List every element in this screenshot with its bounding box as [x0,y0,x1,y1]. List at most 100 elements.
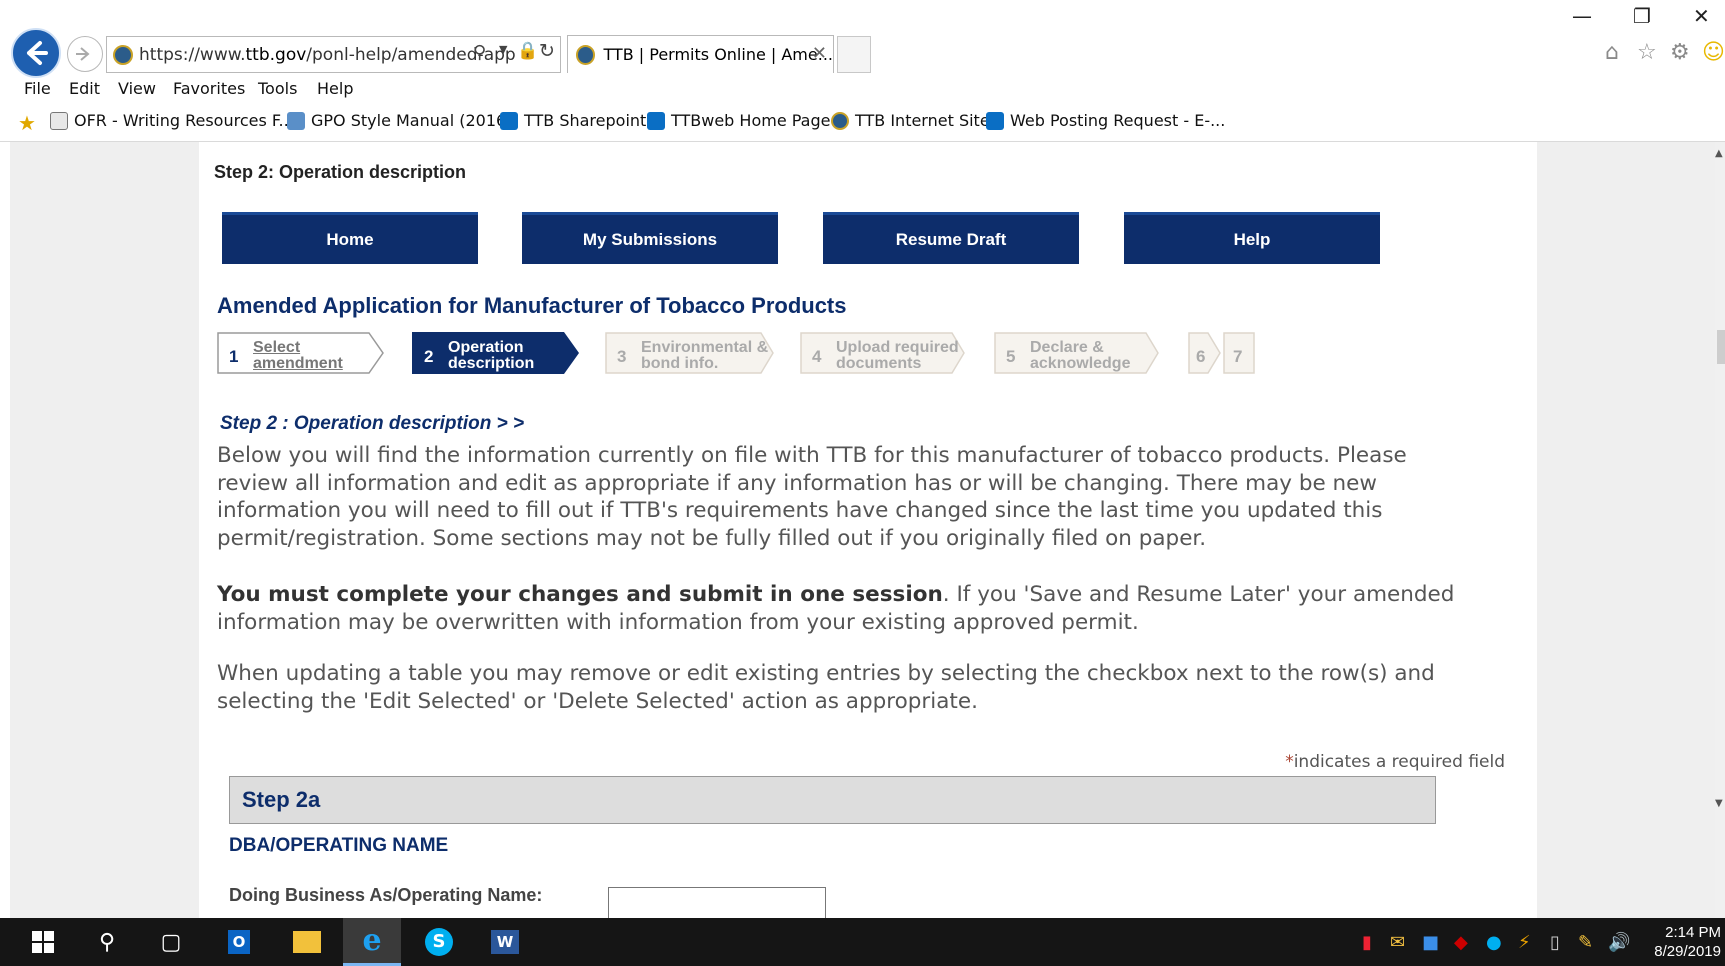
tray-volume-icon[interactable]: 🔊 [1608,932,1630,953]
search-icon[interactable]: ⚲ [78,918,136,966]
my-submissions-nav-button[interactable]: My Submissions [522,212,778,264]
favorites-star-icon[interactable]: ☆ [1637,40,1657,65]
browser-tab[interactable]: TTB | Permits Online | Ame... ✕ [567,35,834,73]
forward-button[interactable] [67,36,103,72]
clock-time: 2:14 PM [1665,924,1721,941]
lock-icon[interactable]: 🔒 [517,41,538,61]
favorite-gpo[interactable]: GPO Style Manual (2016) [287,111,512,130]
close-window-icon[interactable]: ✕ [1693,4,1710,28]
settings-gear-icon[interactable]: ⚙ [1670,40,1690,65]
add-favorite-star-icon[interactable]: ★ [18,111,36,135]
windows-logo-icon [32,931,54,953]
left-gutter [0,142,10,918]
back-arrow-icon [27,41,48,65]
help-nav-button[interactable]: Help [1124,212,1380,264]
intro-paragraph: Below you will find the information curr… [217,443,1407,551]
dba-name-input[interactable] [608,887,826,918]
tab-title: TTB | Permits Online | Ame... [603,45,833,64]
clock-date: 8/29/2019 [1654,943,1721,960]
favorite-ttb-internet[interactable]: TTB Internet Site [831,111,990,130]
back-button[interactable] [11,28,61,78]
sharepoint-icon [986,111,1004,130]
resume-draft-nav-button[interactable]: Resume Draft [823,212,1079,264]
close-tab-icon[interactable]: ✕ [812,43,827,64]
menu-tools[interactable]: Tools [258,79,297,98]
new-tab-button[interactable] [837,36,871,73]
wizard-step-2-active[interactable]: 2 Operation description [412,332,580,374]
wizard-step-6: 6 [1188,332,1222,374]
outlook-icon[interactable]: O [210,918,268,966]
favorite-web-posting[interactable]: Web Posting Request - E-... [986,111,1225,130]
task-view-icon[interactable]: ▢ [142,918,200,966]
file-explorer-icon[interactable] [278,918,336,966]
wizard-step-number: 5 [1006,347,1016,366]
scroll-down-icon[interactable]: ▼ [1715,798,1723,809]
menu-file[interactable]: File [24,79,51,98]
menu-view[interactable]: View [118,79,156,98]
step-2a-header: Step 2a [229,776,1436,824]
word-icon[interactable]: W [476,918,534,966]
wizard-step-3: 3 Environmental & bond info. [605,332,775,374]
wizard-step-label: Declare & acknowledge [1030,339,1131,372]
taskbar-clock[interactable]: 2:14 PM 8/29/2019 [1654,923,1721,961]
intro-heading: Step 2 : Operation description > > [220,413,525,434]
sharepoint-icon [500,111,518,130]
table-edit-paragraph: When updating a table you may remove or … [217,661,1435,714]
wizard-step-label: Select amendment [253,339,343,372]
tray-outlook-icon[interactable]: ■ [1422,932,1439,953]
application-title: Amended Application for Manufacturer of … [217,293,847,318]
dba-section-header: DBA/OPERATING NAME [229,835,449,856]
tray-skype-icon[interactable]: ● [1486,932,1502,953]
ttb-shield-icon [831,111,849,130]
wizard-step-number: 2 [424,347,434,366]
wizard-step-number: 6 [1196,347,1206,366]
wizard-step-1[interactable]: 1 Select amendment [217,332,385,374]
restore-icon[interactable]: ❐ [1633,4,1651,28]
skype-icon[interactable]: S [410,918,468,966]
page-content: Step 2: Operation description Home My Su… [199,142,1537,918]
tray-device-icon[interactable]: ▯ [1550,932,1560,953]
refresh-icon[interactable]: ↻ [539,40,555,62]
wizard-step-5: 5 Declare & acknowledge [994,332,1160,374]
smiley-feedback-icon[interactable]: ☺ [1702,40,1725,65]
page-scrollbar[interactable]: ▲ ▼ [1715,142,1725,918]
home-nav-button[interactable]: Home [222,212,478,264]
tray-network-app-icon[interactable]: ⚡ [1518,932,1531,953]
site-shield-icon [113,44,133,65]
address-url: https://www.ttb.gov/ponl-help/amended-ap… [139,44,516,65]
tray-mcafee-icon[interactable]: ◆ [1454,932,1468,953]
wizard-step-number: 1 [229,347,239,366]
tray-notes-icon[interactable]: ✎ [1578,932,1593,953]
wizard-step-number: 7 [1233,347,1243,366]
tray-usb-icon[interactable]: ▮ [1362,932,1372,953]
scrollbar-thumb[interactable] [1717,330,1725,364]
windows-taskbar: ⚲ ▢ O e S W ▮ ✉ ■ ◆ ● ⚡ ▯ ✎ 🔊 2:14 PM 8/… [0,918,1725,966]
screen: https://www.ttb.gov/ponl-help/amended-ap… [0,0,1725,966]
menu-favorites[interactable]: Favorites [173,79,245,98]
tray-mail-icon[interactable]: ✉ [1390,932,1405,953]
favorite-ttb-sharepoint[interactable]: TTB Sharepoint [500,111,646,130]
windows-start-icon[interactable] [14,918,72,966]
wizard-step-label: Environmental & bond info. [641,339,769,372]
scroll-up-icon[interactable]: ▲ [1715,148,1723,159]
menu-help[interactable]: Help [317,79,353,98]
address-bar[interactable]: https://www.ttb.gov/ponl-help/amended-ap… [106,36,561,73]
gpo-icon [287,111,305,130]
wizard-step-number: 4 [812,347,822,366]
menu-bar: File Edit View Favorites Tools Help [0,76,1725,102]
dropdown-icon[interactable]: ▼ [499,43,507,56]
internet-explorer-icon[interactable]: e [343,918,401,966]
favorite-ofr[interactable]: OFR - Writing Resources F... [50,111,294,130]
wizard-step-label: Operation description [448,339,535,372]
minimize-icon[interactable]: — [1572,4,1592,28]
favorites-bar: ★ OFR - Writing Resources F... GPO Style… [0,108,1725,136]
wizard-step-label: Upload required documents [836,339,959,372]
search-icon[interactable]: ⚲ [473,42,486,63]
tab-favicon-icon [576,44,596,65]
menu-edit[interactable]: Edit [69,79,100,98]
home-icon[interactable]: ⌂ [1605,40,1619,65]
favorite-ttbweb[interactable]: TTBweb Home Page [647,111,830,130]
step-header: Step 2: Operation description [214,162,467,182]
wizard-step-4: 4 Upload required documents [800,332,966,374]
wizard-step-number: 3 [617,347,627,366]
